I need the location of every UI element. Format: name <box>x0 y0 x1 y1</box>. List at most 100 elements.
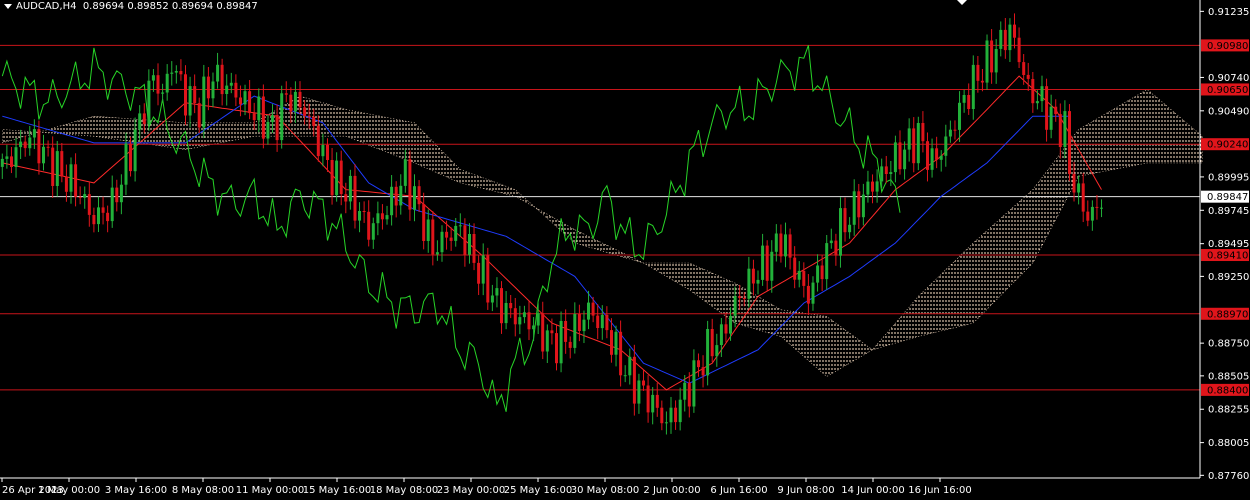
candle-body <box>770 251 774 281</box>
candle-body <box>811 282 815 304</box>
candle-body <box>861 194 865 218</box>
candle-body <box>184 74 187 116</box>
price-chart[interactable]: 0.91235 0.90740 0.90490 0.89995 0.89745 0.894… <box>0 0 1250 500</box>
candle-body <box>97 207 100 225</box>
candle-body <box>619 331 623 376</box>
candle-body <box>545 330 549 352</box>
candle-body <box>229 82 233 86</box>
level-label: 0.90240 <box>1207 140 1248 151</box>
candle-body <box>994 49 998 73</box>
candle-body <box>513 308 517 325</box>
chart-menu-icon[interactable] <box>4 3 12 9</box>
candle-body <box>600 314 604 329</box>
candle-body <box>532 325 536 330</box>
candle-body <box>541 313 545 352</box>
candle-body <box>87 194 91 215</box>
candle-body <box>889 172 893 174</box>
candle-body <box>445 231 449 238</box>
shift-marker-icon[interactable] <box>957 0 967 5</box>
ohlc-label: 0.89694 0.89852 0.89694 0.89847 <box>82 1 258 12</box>
y-tick-label: 0.90740 <box>1208 73 1249 84</box>
candle-body <box>660 407 664 424</box>
candle-body <box>1035 101 1039 104</box>
candle-body <box>555 333 558 364</box>
candle-body <box>284 93 288 95</box>
candle-body <box>307 115 311 117</box>
x-tick-label: 2 Jun 00:00 <box>643 485 700 496</box>
candle-body <box>761 245 765 280</box>
y-tick-label: 0.87760 <box>1208 471 1249 482</box>
candle-body <box>1031 79 1035 104</box>
candle-body <box>239 97 242 105</box>
candle-body <box>756 279 760 284</box>
candle-body <box>10 156 13 167</box>
candle-body <box>188 86 192 116</box>
candle-body <box>500 288 503 324</box>
candle-body <box>371 223 375 240</box>
candle-body <box>568 341 572 348</box>
candle-body <box>834 240 838 256</box>
candle-body <box>367 211 371 240</box>
candle-body <box>298 91 302 108</box>
candle-body <box>967 95 971 109</box>
x-tick-label: 25 May 16:00 <box>504 485 573 496</box>
candle-body <box>1077 183 1081 193</box>
candle-body <box>697 360 700 368</box>
candle-body <box>83 194 87 198</box>
y-tick-label: 0.89745 <box>1208 206 1249 217</box>
y-tick-label: 0.88750 <box>1208 339 1249 350</box>
candle-body <box>637 380 641 404</box>
candle-body <box>426 219 430 241</box>
candle-body <box>536 313 540 326</box>
candle-body <box>486 255 490 303</box>
candle-body <box>37 129 41 164</box>
candle-body <box>651 394 655 413</box>
y-tick-label: 0.88005 <box>1208 438 1249 449</box>
level-label: 0.90650 <box>1207 85 1248 96</box>
candle-body <box>898 142 902 170</box>
candle-body <box>358 211 361 221</box>
candle-body <box>1058 114 1062 147</box>
candle-body <box>165 73 169 93</box>
candle-body <box>362 211 366 212</box>
y-tick-label: 0.90490 <box>1208 106 1249 117</box>
current-price-label: 0.89847 <box>1207 192 1248 203</box>
candle-body <box>582 319 586 332</box>
candle-body <box>729 315 732 334</box>
candle-body <box>138 113 142 130</box>
candle-body <box>655 394 659 408</box>
candle-body <box>156 75 160 94</box>
candle-body <box>321 144 325 157</box>
candle-body <box>179 71 183 75</box>
candle-body <box>472 234 476 263</box>
candle-body <box>60 151 64 177</box>
y-tick-label: 0.88255 <box>1208 405 1249 416</box>
candle-body <box>422 204 426 241</box>
candle-body <box>884 166 888 174</box>
candle-body <box>1090 206 1094 221</box>
candle-body <box>701 367 705 376</box>
candle-body <box>839 208 842 256</box>
candle-body <box>151 75 155 81</box>
candle-body <box>623 375 627 377</box>
candle-body <box>742 298 746 299</box>
candle-body <box>394 186 398 206</box>
candle-body <box>866 181 870 195</box>
candle-body <box>161 92 165 94</box>
candle-body <box>225 85 229 94</box>
candle-body <box>1095 206 1099 208</box>
candle-body <box>944 136 948 156</box>
candle-body <box>23 141 27 149</box>
candle-body <box>738 296 742 298</box>
candle-body <box>903 149 907 170</box>
candle-body <box>19 141 23 148</box>
candle-body <box>710 329 714 357</box>
candle-body <box>724 324 728 334</box>
candle-body <box>848 224 852 233</box>
candle-body <box>527 312 531 330</box>
candle-body <box>880 166 884 182</box>
candle-body <box>46 146 50 148</box>
candle-body <box>706 329 710 376</box>
candle-body <box>518 317 522 325</box>
candle-body <box>78 196 82 198</box>
